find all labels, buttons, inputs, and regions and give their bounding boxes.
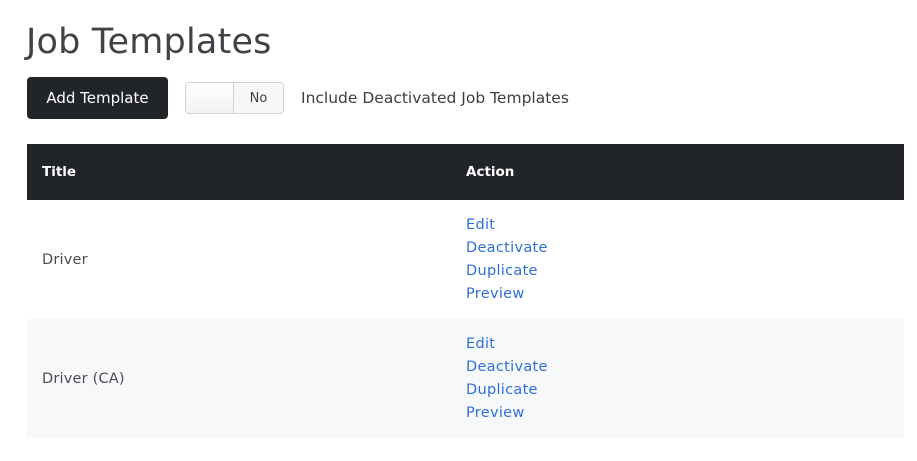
include-deactivated-toggle[interactable]: No xyxy=(185,82,284,114)
toggle-knob xyxy=(186,83,234,113)
table-row: Driver (CA) Edit Deactivate Duplicate Pr… xyxy=(27,319,904,438)
job-templates-table: Title Action Driver Edit Deactivate Dupl… xyxy=(27,144,904,438)
duplicate-link[interactable]: Duplicate xyxy=(466,379,538,402)
deactivate-link[interactable]: Deactivate xyxy=(466,356,548,379)
edit-link[interactable]: Edit xyxy=(466,214,495,237)
page-title: Job Templates xyxy=(26,22,272,62)
table-row: Driver Edit Deactivate Duplicate Preview xyxy=(27,200,904,319)
duplicate-link[interactable]: Duplicate xyxy=(466,260,538,283)
row-title: Driver xyxy=(42,251,88,268)
row-actions: Edit Deactivate Duplicate Preview xyxy=(466,333,904,425)
toggle-state-text: No xyxy=(234,83,283,113)
deactivate-link[interactable]: Deactivate xyxy=(466,237,548,260)
table-header: Title Action xyxy=(27,144,904,200)
column-header-title: Title xyxy=(42,164,77,180)
preview-link[interactable]: Preview xyxy=(466,402,525,425)
page: Job Templates Add Template No Include De… xyxy=(0,0,917,461)
toggle-label: Include Deactivated Job Templates xyxy=(301,89,569,107)
row-actions: Edit Deactivate Duplicate Preview xyxy=(466,214,904,306)
preview-link[interactable]: Preview xyxy=(466,283,525,306)
edit-link[interactable]: Edit xyxy=(466,333,495,356)
column-header-action: Action xyxy=(466,164,515,180)
add-template-button[interactable]: Add Template xyxy=(27,77,168,119)
toolbar: Add Template No Include Deactivated Job … xyxy=(27,77,569,119)
row-title: Driver (CA) xyxy=(42,370,125,387)
